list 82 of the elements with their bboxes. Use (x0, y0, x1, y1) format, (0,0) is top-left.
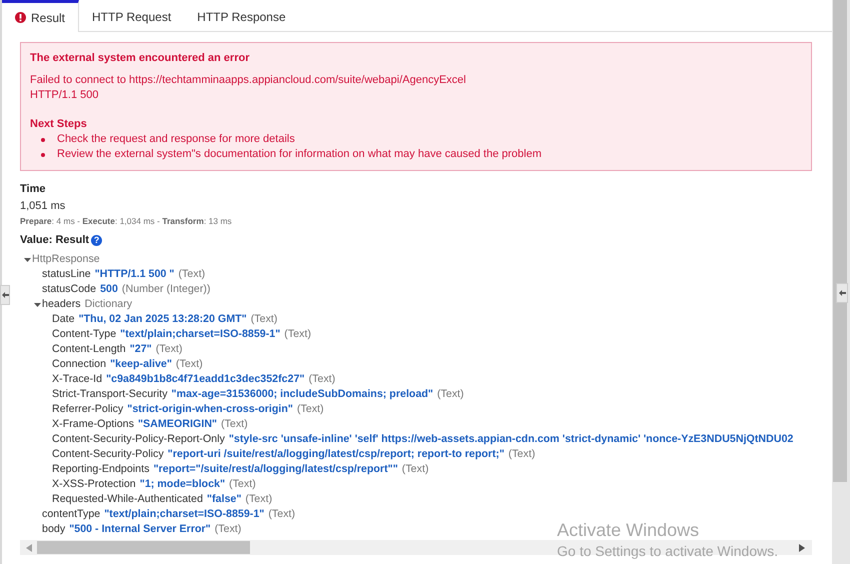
bullet-icon (41, 138, 45, 142)
field-type: (Text) (308, 372, 336, 387)
field-key: Connection (52, 357, 106, 372)
field-type: (Text) (284, 327, 312, 342)
field-value: "27" (130, 342, 152, 357)
field-type: (Text) (508, 447, 536, 462)
field-type: (Text) (245, 492, 272, 507)
field-type: (Text) (296, 402, 324, 417)
field-type: (Text) (176, 357, 203, 372)
field-type: (Text) (402, 462, 429, 477)
field-type: (Text) (156, 342, 182, 357)
field-key: statusLine (42, 267, 91, 282)
tab[interactable]: Result (2, 0, 80, 32)
field-type: (Text) (250, 312, 278, 327)
error-icon (15, 12, 26, 23)
field-value: "text/plain;charset=ISO-8859-1" (120, 327, 280, 342)
field-key: Content-Type (52, 327, 116, 342)
field-value: "SAMEORIGIN" (138, 417, 217, 432)
field-key: Date (52, 312, 75, 327)
next-steps-heading: Next Steps (30, 117, 88, 132)
field-key: Requested-While-Authenticated (52, 492, 203, 507)
field-type: (Text) (268, 507, 296, 522)
error-title: The external system encountered an error (30, 51, 250, 66)
field-key: Referrer-Policy (52, 402, 124, 417)
field-value: "report="/suite/rest/a/logging/latest/csp/report"" (153, 462, 398, 477)
field-value: "1; mode=block" (140, 477, 226, 492)
field-key: Content-Length (52, 342, 126, 357)
value-label: Value: Result (20, 234, 90, 246)
field-key: X-Frame-Options (52, 417, 134, 432)
field-type: (Text) (220, 417, 248, 432)
field-value: "strict-origin-when-cross-origin" (127, 402, 293, 417)
arrow-left-icon (2, 292, 8, 298)
scrollbar-thumb[interactable] (37, 541, 250, 554)
field-key: body (42, 522, 66, 537)
tab[interactable]: HTTP Request (79, 0, 184, 31)
next-step-text: Check the request and response for more details (57, 132, 295, 147)
field-type: (Text) (178, 267, 206, 282)
field-key: Content-Security-Policy (52, 447, 164, 462)
tab[interactable]: HTTP Response (184, 0, 299, 31)
vertical-scrollbar[interactable] (832, 0, 850, 564)
next-step-text: Review the external system"s documentation for information on what may have caused the problem (57, 147, 542, 162)
field-type: Dictionary (84, 297, 132, 312)
arrow-left-icon (838, 290, 846, 296)
collapse-handle[interactable] (0, 285, 10, 305)
field-key: Strict-Transport-Security (52, 387, 168, 402)
error-message: HTTP/1.1 500 (30, 88, 100, 103)
scroll-right-icon[interactable] (799, 544, 805, 552)
field-key: Content-Security-Policy-Report-Only (52, 432, 225, 447)
field-key: Reporting-Endpoints (52, 462, 150, 477)
field-value: "report-uri /suite/rest/a/logging/latest/csp/report; report-to report;" (168, 447, 504, 462)
time-label: Time (20, 183, 46, 195)
field-value: "max-age=31536000; includeSubDomains; preload" (171, 387, 434, 402)
scrollbar-thumb[interactable] (833, 0, 847, 482)
field-type: (Number (Integer)) (122, 282, 210, 297)
field-value: "keep-alive" (110, 357, 172, 372)
error-message: Failed to connect to https://techtamminaapps.appiancloud.com/suite/webapi/AgencyExcel (30, 73, 467, 88)
field-type: HttpResponse (32, 252, 100, 267)
field-key: statusCode (42, 282, 96, 297)
field-value: "style-src 'unsafe-inline' 'self' https://web-assets.appian-cdn.com 'strict-dynamic' 'nonce-YzE3NDU5NjQtNDU02 (228, 432, 794, 447)
caret-down-icon[interactable] (24, 256, 30, 263)
time-breakdown: Prepare: 4 ms - Execute: 1,034 ms - Transform: 13 ms (20, 216, 233, 226)
help-icon[interactable]: ? (91, 234, 102, 246)
field-type: (Text) (214, 522, 242, 537)
field-key: X-XSS-Protection (52, 477, 136, 492)
expand-handle[interactable] (836, 283, 848, 303)
field-key: headers (42, 297, 81, 312)
field-value: "text/plain;charset=ISO-8859-1" (104, 507, 264, 522)
field-type: (Text) (229, 477, 256, 492)
field-key: X-Trace-Id (52, 372, 102, 387)
field-value: "c9a849b1b8c4f71eadd1c3dec352fc27" (106, 372, 305, 387)
activation-hint: Go to Settings to activate Windows. (557, 542, 778, 561)
field-value: "false" (206, 492, 242, 507)
bullet-icon (41, 152, 45, 156)
field-value: "500 - Internal Server Error" (69, 522, 211, 537)
field-key: contentType (42, 507, 100, 522)
field-value: "Thu, 02 Jan 2025 13:28:20 GMT" (78, 312, 247, 327)
field-value: 500 (100, 282, 118, 297)
field-value: "HTTP/1.1 500 " (94, 267, 174, 282)
caret-down-icon[interactable] (34, 301, 40, 308)
activation-title: Activate Windows (557, 519, 700, 541)
time-total: 1,051 ms (20, 200, 66, 212)
field-type: (Text) (437, 387, 464, 402)
